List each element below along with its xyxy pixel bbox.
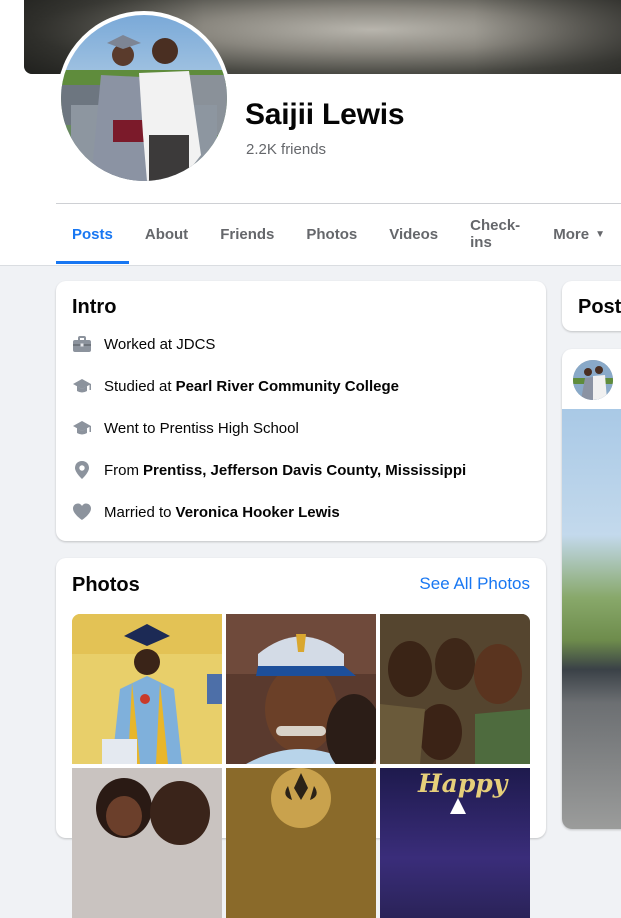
- location-pin-icon: [72, 460, 92, 480]
- intro-item-relationship: Married to Veronica Hooker Lewis: [72, 500, 340, 524]
- photos-card: Photos See All Photos Happy: [56, 558, 546, 918]
- tab-more-label: More: [553, 225, 590, 243]
- posts-header-card: Posts: [562, 281, 621, 331]
- intro-item-college: Studied at Pearl River Community College: [72, 374, 399, 398]
- photo-thumbnail[interactable]: [72, 614, 222, 764]
- graduation-cap-icon: [72, 418, 92, 438]
- post-author-avatar[interactable]: [573, 360, 613, 400]
- graduation-cap-icon: [72, 376, 92, 396]
- intro-hometown-link[interactable]: Prentiss, Jefferson Davis County, Missis…: [143, 462, 466, 479]
- intro-relationship-prefix: Married to: [104, 503, 172, 521]
- post-photo[interactable]: [562, 409, 621, 829]
- profile-picture[interactable]: [57, 11, 231, 185]
- caret-down-icon: ▼: [595, 228, 605, 240]
- tab-videos[interactable]: Videos: [373, 204, 454, 264]
- profile-tabs: Posts About Friends Photos Videos Check-…: [56, 204, 621, 264]
- intro-item-work: Worked at JDCS: [72, 332, 215, 356]
- photo-thumbnail[interactable]: [72, 768, 222, 918]
- heart-icon: [72, 502, 92, 522]
- profile-header: Saijii Lewis 2.2K friends Posts About Fr…: [0, 0, 621, 266]
- post-card: [562, 349, 621, 829]
- tab-more[interactable]: More ▼: [537, 204, 621, 264]
- tab-friends[interactable]: Friends: [204, 204, 290, 264]
- intro-college-prefix: Studied at: [104, 377, 172, 395]
- profile-name: Saijii Lewis: [245, 98, 405, 131]
- intro-hometown-prefix: From: [104, 461, 139, 479]
- photos-title: Photos: [72, 574, 140, 596]
- tab-posts[interactable]: Posts: [56, 204, 129, 264]
- star-icon: [450, 798, 466, 814]
- photo-thumbnail[interactable]: [380, 614, 530, 764]
- intro-card: Intro Worked at JDCS Studied at Pearl Ri…: [56, 281, 546, 541]
- tab-photos[interactable]: Photos: [290, 204, 373, 264]
- briefcase-icon: [72, 334, 92, 354]
- intro-spouse-link[interactable]: Veronica Hooker Lewis: [176, 504, 340, 521]
- tab-about[interactable]: About: [129, 204, 204, 264]
- posts-title: Posts: [578, 296, 621, 318]
- avatar: [61, 15, 227, 181]
- see-all-photos-link[interactable]: See All Photos: [419, 574, 530, 594]
- intro-college-link[interactable]: Pearl River Community College: [176, 378, 399, 395]
- friends-count[interactable]: 2.2K friends: [246, 141, 326, 158]
- photo-thumbnail[interactable]: [226, 614, 376, 764]
- happy-greeting-text: Happy: [418, 769, 508, 798]
- photo-thumbnail[interactable]: Happy: [380, 768, 530, 918]
- intro-item-highschool: Went to Prentiss High School: [72, 416, 299, 440]
- photo-thumbnail[interactable]: [226, 768, 376, 918]
- tab-check-ins[interactable]: Check-ins: [454, 204, 537, 264]
- intro-item-hometown: From Prentiss, Jefferson Davis County, M…: [72, 458, 466, 482]
- intro-highschool-text: Went to Prentiss High School: [104, 419, 299, 437]
- intro-work-text: Worked at JDCS: [104, 335, 216, 353]
- intro-title: Intro: [72, 296, 117, 318]
